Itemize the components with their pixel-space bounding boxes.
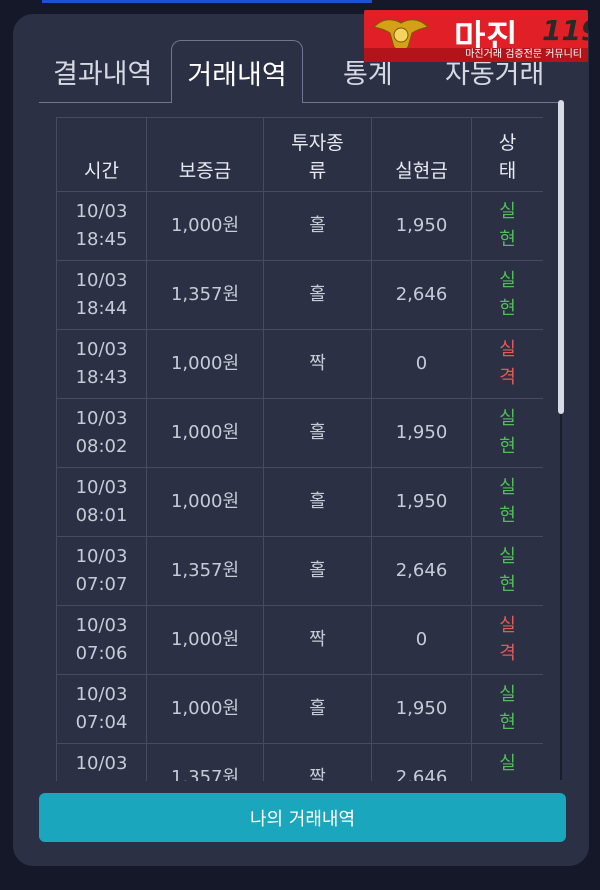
cell-status: 실현 <box>471 398 543 468</box>
cell-realized: 0 <box>371 605 472 675</box>
watermark-logo: 마진 119 마진거래 검증전문 커뮤니티 <box>364 10 588 62</box>
cell-status: 실현 <box>471 260 543 330</box>
header-realized: 실현금 <box>371 117 472 192</box>
cell-status: 실현 <box>471 743 543 781</box>
cell-deposit: 1,000원 <box>146 191 264 261</box>
cell-time: 10/03 07:06 <box>56 605 147 675</box>
cell-deposit: 1,000원 <box>146 467 264 537</box>
cell-bet-type: 홀 <box>263 674 372 744</box>
cell-bet-type: 홀 <box>263 260 372 330</box>
cell-time: 10/03 18:45 <box>56 191 147 261</box>
cell-status: 실현 <box>471 467 543 537</box>
cell-realized: 2,646 <box>371 260 472 330</box>
cell-time: 10/03 07:04 <box>56 674 147 744</box>
header-status: 상태 <box>471 117 543 192</box>
table-row: 10/03 08:01 1,000원 홀 1,950 실 현 <box>56 467 543 537</box>
cell-status: 실현 <box>471 674 543 744</box>
table-row: 10/0307:031,357원짝2,646실현 <box>56 743 543 781</box>
cell-status: 실현 <box>471 191 543 261</box>
cell-bet-type: 짝 <box>263 605 372 675</box>
cell-status: 실현 <box>471 536 543 606</box>
cell-bet-type: 홀 <box>263 191 372 261</box>
cell-bet-type: 홀 <box>263 467 372 537</box>
cell-deposit: 1,000원 <box>146 674 264 744</box>
cell-time: 10/03 18:43 <box>56 329 147 399</box>
cell-realized: 0 <box>371 329 472 399</box>
cell-time: 10/03 08:02 <box>56 398 147 468</box>
cell-time: 10/03 18:44 <box>56 260 147 330</box>
cell-deposit: 1,000원 <box>146 605 264 675</box>
cell-realized: 1,950 <box>371 398 472 468</box>
top-accent-strip <box>42 0 372 3</box>
table-row: 10/03 18:43 1,000원 짝 0 실 격 <box>56 329 543 399</box>
cell-bet-type: 홀 <box>263 536 372 606</box>
header-time: 시간 <box>56 117 147 192</box>
cell-deposit: 1,000원 <box>146 329 264 399</box>
trade-table-container[interactable]: 시간 보증금 투자종 류 실현금 상태 10/03 18:45 1,000원 홀 1,95… <box>56 117 543 781</box>
cell-bet-type: 짝 <box>263 329 372 399</box>
cell-time: 10/03 08:01 <box>56 467 147 537</box>
logo-subtitle: 마진거래 검증전문 커뮤니티 <box>364 48 588 62</box>
tab-results[interactable]: 결과내역 <box>53 52 152 91</box>
table-row: 10/03 07:07 1,357원 홀 2,646 실 현 <box>56 536 543 606</box>
cell-bet-type: 짝 <box>263 743 372 781</box>
cell-realized: 2,646 <box>371 536 472 606</box>
table-row: 10/03 07:04 1,000원 홀 1,950 실 현 <box>56 674 543 744</box>
logo-number: 119 <box>542 14 588 47</box>
header-deposit: 보증금 <box>146 117 264 192</box>
cell-realized: 1,950 <box>371 191 472 261</box>
cell-bet-type: 홀 <box>263 398 372 468</box>
table-header-row: 시간 보증금 투자종 류 실현금 상태 <box>56 117 543 192</box>
cell-status: 실격 <box>471 329 543 399</box>
my-trades-button[interactable]: 나의 거래내역 <box>39 793 566 842</box>
cell-deposit: 1,357원 <box>146 260 264 330</box>
cell-realized: 2,646 <box>371 743 472 781</box>
trade-table: 시간 보증금 투자종 류 실현금 상태 10/03 18:45 1,000원 홀 1,95… <box>56 117 543 781</box>
cell-deposit: 1,357원 <box>146 536 264 606</box>
table-row: 10/03 07:06 1,000원 짝 0 실 격 <box>56 605 543 675</box>
cell-realized: 1,950 <box>371 674 472 744</box>
cell-time: 10/0307:03 <box>56 743 147 781</box>
table-row: 10/03 18:44 1,357원 홀 2,646 실 현 <box>56 260 543 330</box>
header-bet-type: 투자종 류 <box>263 117 372 192</box>
cell-realized: 1,950 <box>371 467 472 537</box>
scrollbar-thumb[interactable] <box>558 100 564 414</box>
cell-status: 실격 <box>471 605 543 675</box>
cell-deposit: 1,000원 <box>146 398 264 468</box>
table-row: 10/03 08:02 1,000원 홀 1,950 실 현 <box>56 398 543 468</box>
table-scrollbar[interactable] <box>558 100 564 780</box>
table-row: 10/03 18:45 1,000원 홀 1,950 실 현 <box>56 191 543 261</box>
cell-deposit: 1,357원 <box>146 743 264 781</box>
tab-trades[interactable]: 거래내역 <box>171 40 303 103</box>
cell-time: 10/03 07:07 <box>56 536 147 606</box>
